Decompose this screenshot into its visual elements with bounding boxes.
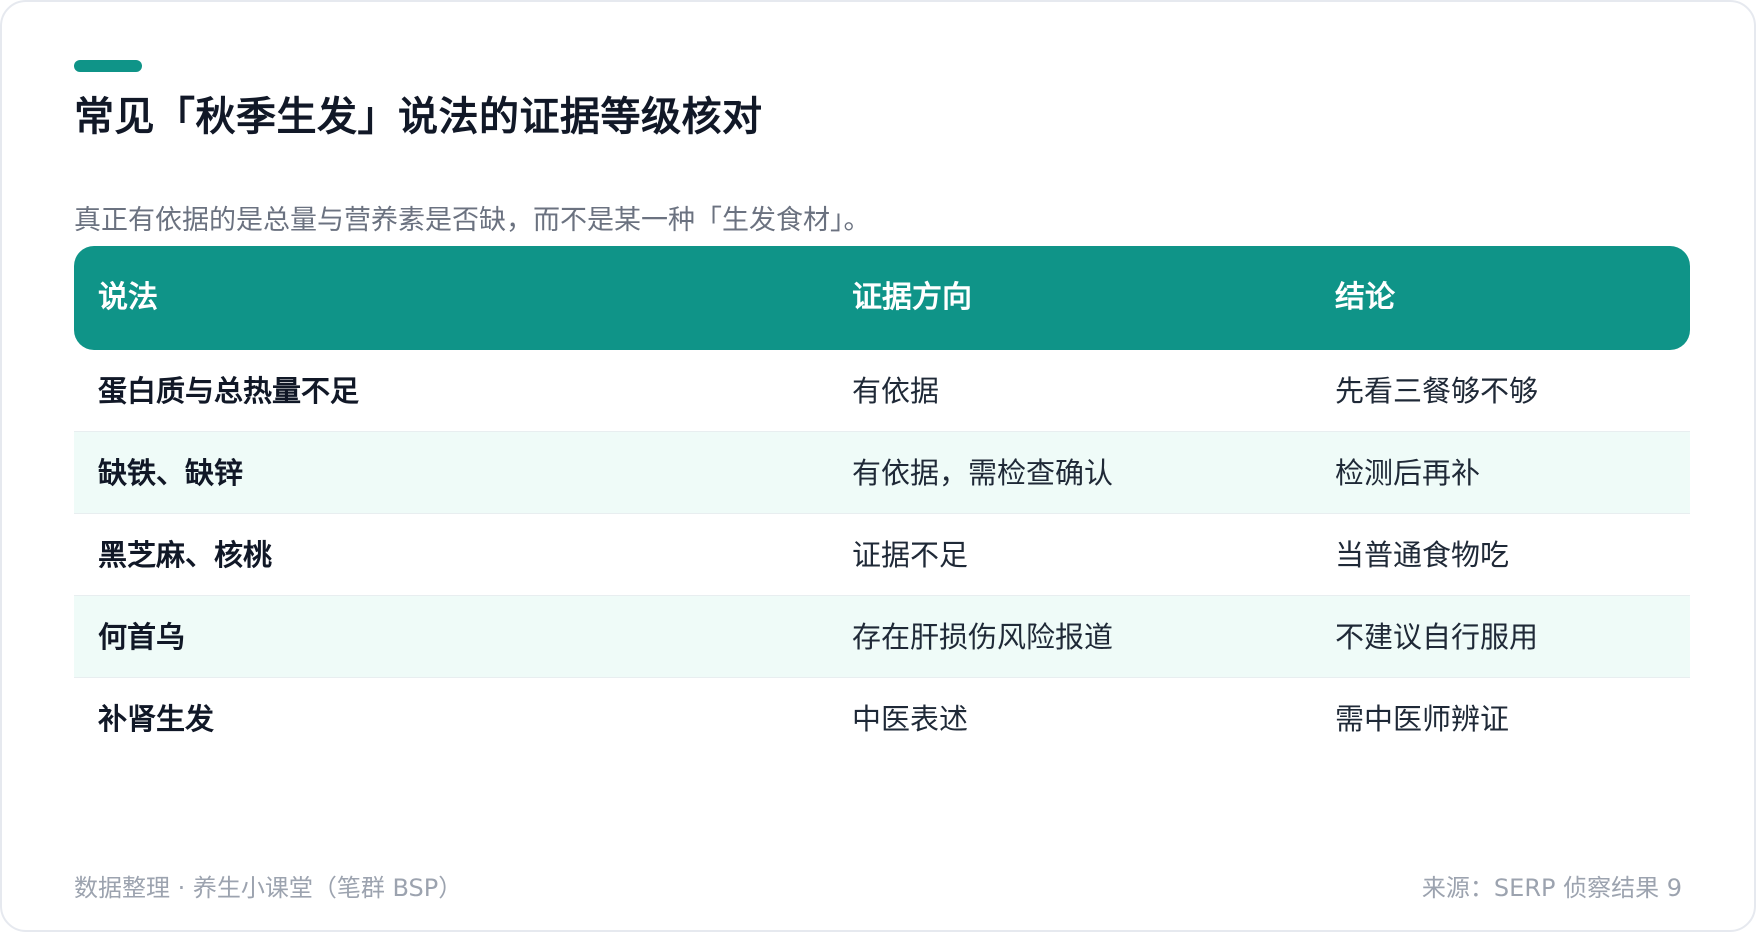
claim-cell: 补肾生发 [98, 702, 215, 736]
page-title: 常见「秋季生发」说法的证据等级核对 [74, 94, 763, 140]
evidence-cell: 存在肝损伤风险报道 [852, 620, 1114, 654]
table-row: 蛋白质与总热量不足 有依据 先看三餐够不够 [74, 350, 1690, 432]
evidence-card: 常见「秋季生发」说法的证据等级核对 真正有依据的是总量与营养素是否缺，而不是某一… [0, 0, 1756, 932]
claim-cell: 缺铁、缺锌 [98, 456, 244, 490]
conclusion-cell: 不建议自行服用 [1335, 620, 1539, 654]
conclusion-cell: 当普通食物吃 [1335, 538, 1510, 572]
table-row: 黑芝麻、核桃 证据不足 当普通食物吃 [74, 514, 1690, 596]
table-row: 何首乌 存在肝损伤风险报道 不建议自行服用 [74, 596, 1690, 678]
conclusion-cell: 先看三餐够不够 [1335, 374, 1539, 408]
evidence-table: 说法 证据方向 结论 蛋白质与总热量不足 有依据 先看三餐够不够 缺铁、缺锌 有… [74, 246, 1690, 760]
header-evidence: 证据方向 [852, 280, 972, 315]
conclusion-cell: 需中医师辨证 [1335, 702, 1510, 736]
claim-cell: 何首乌 [98, 620, 186, 654]
table-row: 补肾生发 中医表述 需中医师辨证 [74, 678, 1690, 760]
accent-bar [74, 60, 142, 72]
header-conclusion: 结论 [1335, 280, 1395, 315]
claim-cell: 黑芝麻、核桃 [98, 538, 273, 572]
table-row: 缺铁、缺锌 有依据，需检查确认 检测后再补 [74, 432, 1690, 514]
evidence-cell: 有依据，需检查确认 [852, 456, 1114, 490]
evidence-cell: 中医表述 [852, 702, 969, 736]
evidence-cell: 有依据 [852, 374, 940, 408]
table-header: 说法 证据方向 结论 [74, 246, 1690, 350]
conclusion-cell: 检测后再补 [1335, 456, 1481, 490]
evidence-cell: 证据不足 [852, 538, 969, 572]
header-claim: 说法 [98, 280, 158, 315]
footer-credit: 数据整理 · 养生小课堂（笔群 BSP） [74, 874, 463, 902]
page-subtitle: 真正有依据的是总量与营养素是否缺，而不是某一种「生发食材」。 [74, 205, 871, 236]
claim-cell: 蛋白质与总热量不足 [98, 374, 360, 408]
footer-source: 来源：SERP 侦察结果 9 [1421, 874, 1682, 902]
